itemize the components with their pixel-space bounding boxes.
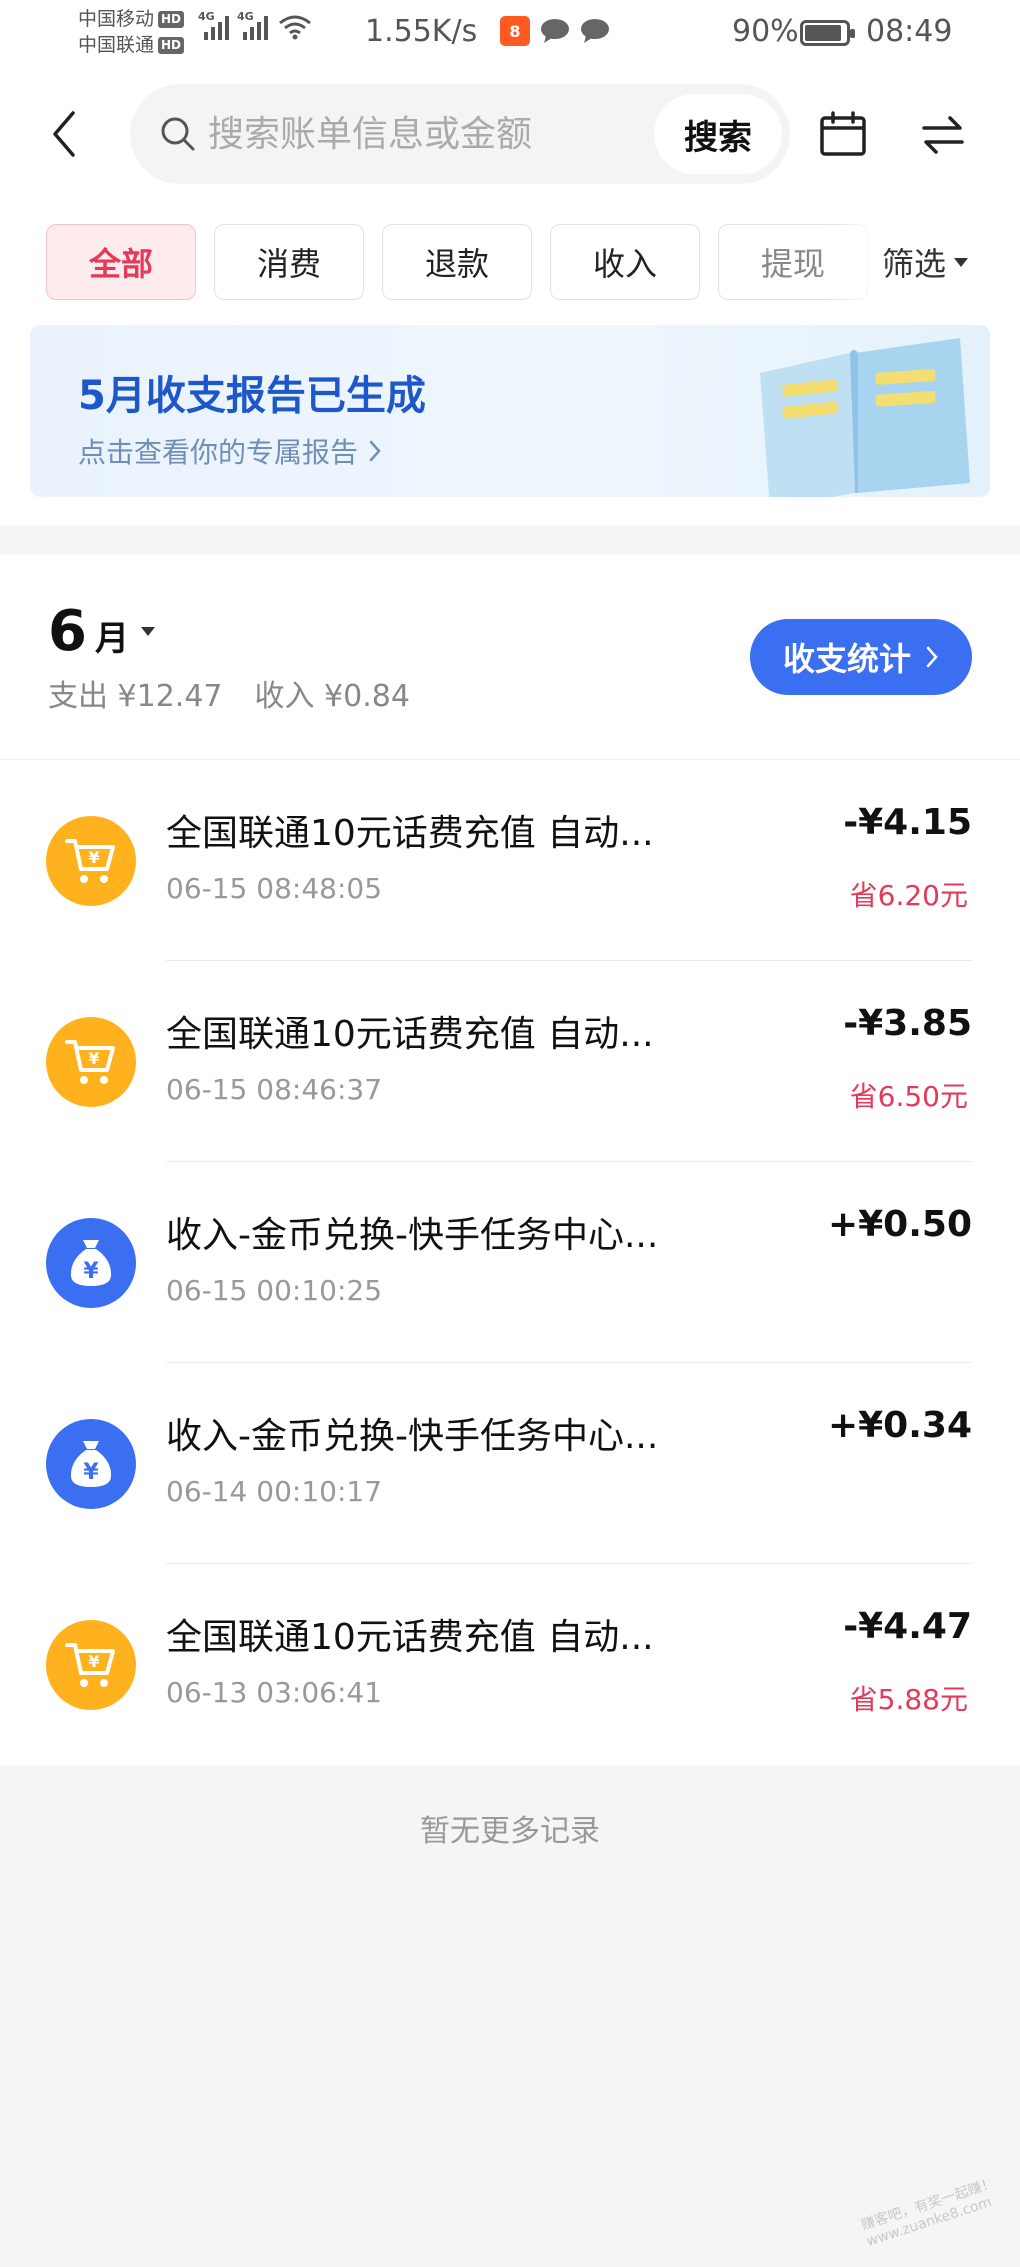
carrier-2: 中国联通 (78, 34, 155, 56)
transaction-time: 06-14 00:10:17 (166, 1475, 383, 1508)
cart-icon: ¥ (46, 1620, 136, 1710)
filter-chips: 全部 消费 退款 收入 提现 (46, 224, 896, 300)
swap-arrows-icon (922, 116, 964, 154)
month-number: 6 (48, 599, 87, 664)
chevron-left-icon (53, 111, 75, 157)
battery-percent: 90% (732, 14, 799, 49)
transaction-list: ¥ 全国联通10元话费充值 自动... 06-15 08:48:05 -¥4.1… (0, 760, 1020, 1765)
income-expense-stats-button[interactable]: 收支统计 (750, 619, 972, 695)
carrier-1: 中国移动 (78, 8, 155, 30)
transaction-time: 06-15 00:10:25 (166, 1274, 383, 1307)
filter-chip-expense[interactable]: 消费 (214, 224, 364, 300)
watermark: 赚客吧，有奖一起赚！ www.zuanke8.com (859, 2175, 998, 2250)
search-button[interactable]: 搜索 (654, 94, 782, 174)
clock: 08:49 (866, 14, 953, 49)
caret-down-icon (954, 257, 969, 267)
report-subtitle: 点击查看你的专属报告 (78, 436, 359, 469)
transaction-time: 06-15 08:46:37 (166, 1073, 383, 1106)
transaction-amount: +¥0.34 (827, 1405, 972, 1446)
report-banner[interactable]: 5月收支报告已生成 点击查看你的专属报告 (30, 325, 990, 497)
hd-badge: HD (158, 36, 185, 54)
chat-bubble-icon (581, 19, 609, 43)
transaction-saved: 省6.20元 (849, 879, 968, 912)
filter-bar: 全部 消费 退款 收入 提现 筛选 (46, 224, 1020, 300)
transaction-amount: +¥0.50 (827, 1204, 972, 1245)
cart-icon: ¥ (46, 816, 136, 906)
network-type: 4G (237, 10, 254, 23)
transaction-title: 全国联通10元话费充值 自动... (166, 1617, 654, 1658)
transaction-item[interactable]: ¥ 全国联通10元话费充值 自动... 06-13 03:06:41 -¥4.4… (0, 1564, 1020, 1765)
chevron-right-icon (369, 440, 381, 462)
filter-dropdown[interactable]: 筛选 (876, 224, 969, 300)
svg-text:¥: ¥ (88, 1049, 99, 1068)
transaction-saved: 省5.88元 (849, 1683, 968, 1716)
signal-icon: 4G (237, 10, 268, 40)
month-unit: 月 (94, 619, 129, 659)
signal-indicators: 4G 4G (198, 10, 312, 40)
transaction-item[interactable]: ¥ 收入-金币兑换-快手任务中心... 06-15 00:10:25 +¥0.5… (0, 1162, 1020, 1363)
open-book-icon (760, 338, 970, 497)
svg-text:¥: ¥ (83, 1259, 99, 1284)
transaction-saved: 省6.50元 (849, 1080, 968, 1113)
battery-icon (800, 20, 855, 46)
app-notification-icon: 8 (500, 16, 530, 46)
month-selector[interactable]: 6 月 (48, 599, 155, 664)
transaction-title: 全国联通10元话费充值 自动... (166, 813, 654, 854)
transaction-amount: -¥4.47 (843, 1606, 972, 1647)
carrier-info: 中国移动 HD 中国联通 HD (78, 6, 185, 58)
transaction-time: 06-13 03:06:41 (166, 1676, 383, 1709)
svg-text:¥: ¥ (88, 848, 99, 867)
hd-badge: HD (158, 10, 185, 28)
cart-icon: ¥ (46, 1017, 136, 1107)
switch-button[interactable] (918, 110, 968, 160)
chat-bubble-icon (541, 19, 569, 43)
transaction-title: 收入-金币兑换-快手任务中心... (166, 1416, 659, 1457)
header: 搜索 (0, 84, 1020, 184)
calendar-icon (820, 111, 866, 156)
chevron-right-icon (926, 646, 938, 668)
transaction-title: 全国联通10元话费充值 自动... (166, 1014, 654, 1055)
month-totals: 支出 ¥12.47 收入 ¥0.84 (48, 671, 410, 715)
transaction-item[interactable]: ¥ 全国联通10元话费充值 自动... 06-15 08:48:05 -¥4.1… (0, 760, 1020, 961)
signal-icon: 4G (198, 10, 229, 40)
filter-chip-all[interactable]: 全部 (46, 224, 196, 300)
transaction-time: 06-15 08:48:05 (166, 872, 383, 905)
filter-chip-income[interactable]: 收入 (550, 224, 700, 300)
report-link[interactable]: 点击查看你的专属报告 (78, 431, 382, 471)
network-type: 4G (198, 10, 215, 23)
month-expense: 支出 ¥12.47 (48, 679, 223, 714)
calendar-button[interactable] (818, 110, 868, 160)
month-summary: 6 月 支出 ¥12.47 收入 ¥0.84 收支统计 (0, 555, 1020, 760)
money-bag-icon: ¥ (46, 1419, 136, 1509)
wifi-icon (279, 15, 311, 40)
notification-icons: 8 (500, 16, 610, 46)
search-bar: 搜索 (130, 84, 790, 184)
transaction-amount: -¥4.15 (843, 802, 972, 843)
caret-down-icon (140, 627, 155, 636)
month-income: 收入 ¥0.84 (254, 679, 410, 714)
svg-text:¥: ¥ (88, 1652, 99, 1671)
no-more-records: 暂无更多记录 (420, 1814, 600, 1849)
back-button[interactable] (44, 106, 84, 162)
transaction-item[interactable]: ¥ 全国联通10元话费充值 自动... 06-15 08:46:37 -¥3.8… (0, 961, 1020, 1162)
transaction-title: 收入-金币兑换-快手任务中心... (166, 1215, 659, 1256)
money-bag-icon: ¥ (46, 1218, 136, 1308)
filter-chip-refund[interactable]: 退款 (382, 224, 532, 300)
svg-text:¥: ¥ (83, 1460, 99, 1485)
battery-level (805, 25, 841, 41)
search-input[interactable] (208, 106, 628, 162)
filter-dropdown-label: 筛选 (882, 245, 947, 283)
transaction-amount: -¥3.85 (843, 1003, 972, 1044)
network-speed: 1.55K/s (365, 14, 478, 49)
report-title: 5月收支报告已生成 (78, 373, 426, 419)
status-bar: 中国移动 HD 中国联通 HD 4G 4G 1.55K/s 8 90% 08:4… (0, 0, 1020, 68)
stats-button-label: 收支统计 (782, 640, 911, 678)
transaction-item[interactable]: ¥ 收入-金币兑换-快手任务中心... 06-14 00:10:17 +¥0.3… (0, 1363, 1020, 1564)
search-icon (161, 117, 195, 151)
